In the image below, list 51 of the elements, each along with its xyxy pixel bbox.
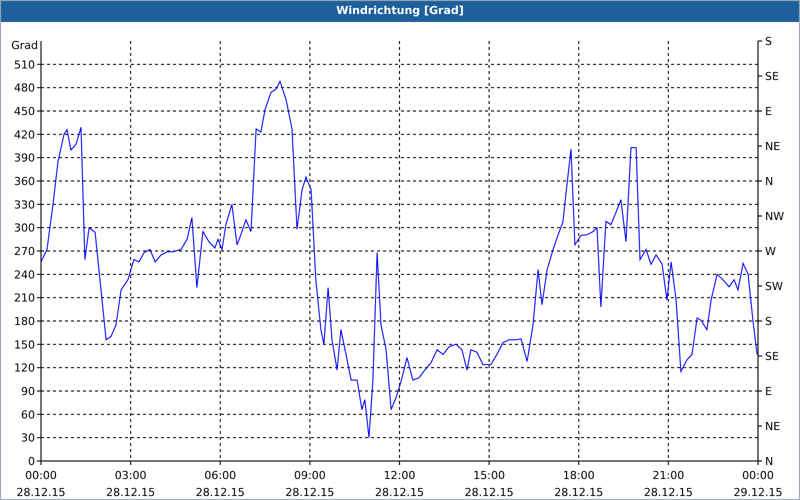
direction-label: S — [765, 35, 772, 48]
window-title: Windrichtung [Grad] — [1, 1, 799, 22]
y-tick-label: 60 — [21, 408, 35, 422]
y-tick-label: 360 — [14, 175, 35, 188]
x-tick-label: 00:00 — [25, 469, 57, 482]
direction-label: N — [765, 175, 774, 188]
x-tick-date: 28.12.15 — [464, 486, 514, 499]
direction-label: SE — [765, 350, 779, 363]
x-tick-date: 28.12.15 — [554, 486, 604, 499]
x-tick-label: 00:00 — [742, 469, 774, 482]
x-tick-label: 21:00 — [652, 469, 684, 482]
direction-label: S — [765, 315, 772, 328]
y-tick-label: 0 — [28, 455, 35, 468]
x-tick-date: 28.12.15 — [644, 486, 693, 499]
y-tick-label: 510 — [14, 58, 35, 72]
direction-label: N — [765, 455, 774, 468]
y-tick-label: 390 — [14, 152, 35, 165]
x-tick-label: 09:00 — [294, 469, 326, 482]
direction-label: SW — [765, 280, 783, 293]
y-tick-label: 270 — [14, 245, 35, 258]
x-tick-label: 18:00 — [562, 469, 595, 482]
direction-label: W — [765, 245, 776, 258]
y-tick-label: 300 — [14, 222, 35, 235]
x-tick-date: 28.12.15 — [16, 486, 66, 499]
direction-label: E — [765, 105, 772, 118]
y-tick-label: 330 — [14, 198, 35, 212]
y-tick-label: 480 — [14, 82, 35, 95]
x-tick-label: 03:00 — [114, 469, 146, 482]
y-axis-title: Grad — [11, 39, 38, 52]
direction-label: SE — [765, 70, 779, 83]
y-tick-label: 210 — [14, 292, 35, 305]
y-tick-label: 450 — [14, 105, 35, 118]
direction-label: NE — [765, 420, 780, 433]
x-tick-label: 15:00 — [473, 469, 505, 482]
direction-label: NE — [765, 140, 780, 153]
x-tick-label: 12:00 — [384, 469, 416, 482]
y-tick-label: 420 — [14, 128, 35, 142]
y-tick-label: 30 — [21, 432, 35, 445]
x-tick-date: 29.12.15 — [734, 486, 782, 499]
x-tick-label: 06:00 — [204, 469, 236, 482]
y-tick-label: 90 — [21, 385, 35, 398]
x-tick-date: 28.12.15 — [285, 486, 334, 499]
x-tick-date: 28.12.15 — [106, 486, 156, 499]
y-tick-label: 150 — [14, 338, 35, 352]
y-tick-label: 180 — [14, 315, 35, 328]
y-tick-label: 240 — [14, 268, 35, 282]
y-tick-label: 120 — [14, 362, 35, 375]
x-tick-date: 28.12.15 — [375, 486, 424, 499]
direction-label: E — [765, 385, 772, 398]
direction-label: NW — [765, 210, 784, 223]
x-tick-date: 28.12.15 — [196, 486, 245, 499]
